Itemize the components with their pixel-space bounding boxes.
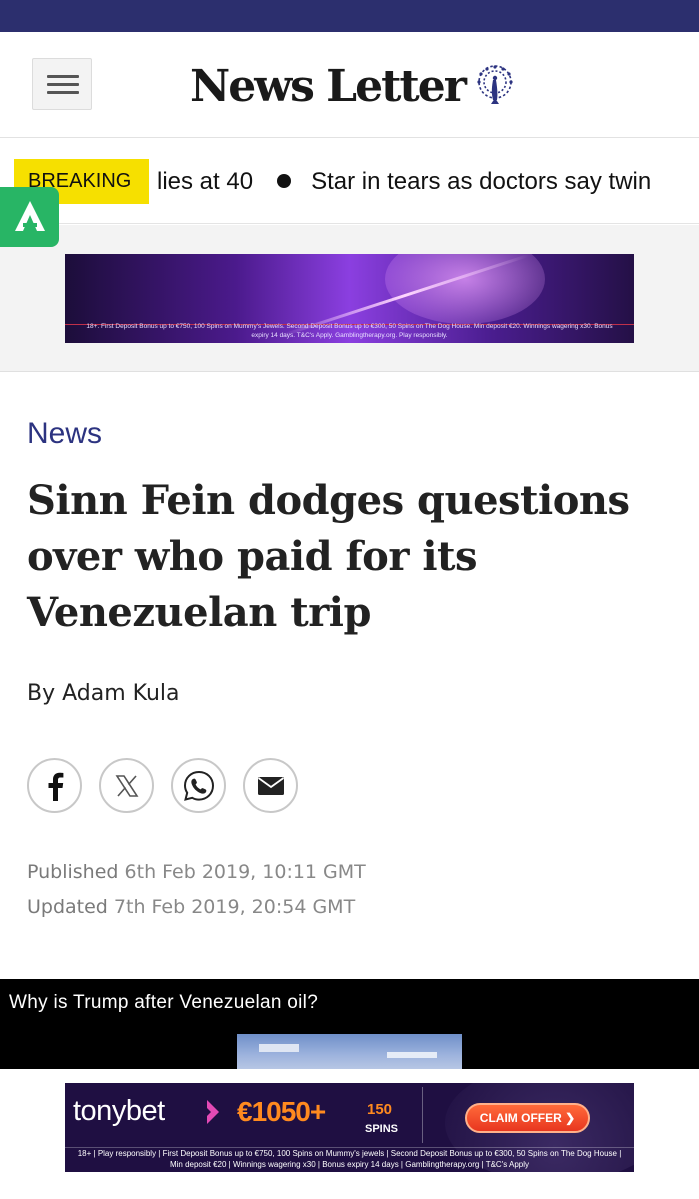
published-value: 6th Feb 2019, 10:11 GMT — [124, 861, 366, 883]
tonybet-logo: tonybet — [73, 1095, 165, 1127]
claim-offer-button[interactable]: CLAIM OFFER ❯ — [465, 1103, 590, 1133]
share-buttons — [27, 758, 298, 813]
updated-label: Updated — [27, 896, 108, 918]
top-ad-slot: 18+. First Deposit Bonus up to €750, 100… — [0, 225, 699, 372]
claim-offer-label: CLAIM OFFER — [479, 1111, 562, 1125]
x-icon — [115, 774, 138, 797]
ad-offer-area: tonybet €1050+ 150 SPINS — [65, 1083, 422, 1147]
updated-value: 7th Feb 2019, 20:54 GMT — [113, 896, 356, 918]
bonus-amount: €1050+ — [237, 1096, 326, 1127]
video-title: Why is Trump after Venezuelan oil? — [9, 992, 319, 1013]
video-thumbnail[interactable] — [237, 1034, 462, 1069]
ticker-item[interactable]: lies at 40 — [157, 168, 253, 195]
share-email-button[interactable] — [243, 758, 298, 813]
menu-line-icon — [47, 75, 79, 78]
ad-divider — [422, 1087, 423, 1143]
section-link-news[interactable]: News — [27, 417, 102, 451]
accessibility-a-icon — [14, 201, 45, 231]
email-icon — [257, 776, 284, 795]
chevron-right-icon: ❯ — [565, 1111, 576, 1125]
ad-glow-graphic — [385, 254, 545, 324]
ticker-headlines: lies at 40 Star in tears as doctors say t… — [157, 159, 651, 204]
facebook-icon — [48, 772, 63, 801]
published-date: Published 6th Feb 2019, 10:11 GMT — [27, 861, 366, 883]
tonybet-ad-banner[interactable]: tonybet €1050+ 150 SPINS CLAIM OFFER ❯ 1… — [65, 1083, 634, 1172]
article-headline: Sinn Fein dodges questions over who paid… — [27, 477, 630, 636]
top-brand-bar — [0, 0, 699, 32]
site-header: News Letter — [0, 32, 699, 138]
updated-date: Updated 7th Feb 2019, 20:54 GMT — [27, 896, 355, 918]
thumbnail-detail — [259, 1044, 299, 1052]
article-byline[interactable]: By Adam Kula — [27, 681, 180, 706]
menu-line-icon — [47, 83, 79, 86]
bottom-ad-slot: tonybet €1050+ 150 SPINS CLAIM OFFER ❯ 1… — [0, 1069, 699, 1199]
video-player[interactable]: Why is Trump after Venezuelan oil? — [0, 979, 699, 1069]
peacock-icon — [477, 65, 513, 104]
ticker-item[interactable]: Star in tears as doctors say twin — [311, 168, 651, 195]
casino-ad-banner[interactable]: 18+. First Deposit Bonus up to €750, 100… — [65, 254, 634, 343]
accessibility-widget-button[interactable] — [0, 187, 59, 247]
ad-disclaimer: 18+. First Deposit Bonus up to €750, 100… — [86, 323, 613, 339]
thumbnail-detail — [387, 1052, 437, 1058]
logo-text: News Letter — [190, 60, 467, 112]
breaking-news-ticker: BREAKING lies at 40 Star in tears as doct… — [0, 138, 699, 224]
published-label: Published — [27, 861, 119, 883]
chevron-logo-icon — [207, 1100, 219, 1124]
spins-label: SPINS — [365, 1123, 399, 1135]
menu-line-icon — [47, 91, 79, 94]
whatsapp-icon — [183, 770, 214, 801]
bullet-icon — [277, 173, 292, 188]
share-facebook-button[interactable] — [27, 758, 82, 813]
share-whatsapp-button[interactable] — [171, 758, 226, 813]
spins-count: 150 — [367, 1101, 393, 1118]
share-x-button[interactable] — [99, 758, 154, 813]
hamburger-menu-button[interactable] — [32, 58, 92, 110]
ad-disclaimer: 18+ | Play responsibly | First Deposit B… — [77, 1149, 622, 1169]
site-logo[interactable]: News Letter — [190, 58, 517, 114]
